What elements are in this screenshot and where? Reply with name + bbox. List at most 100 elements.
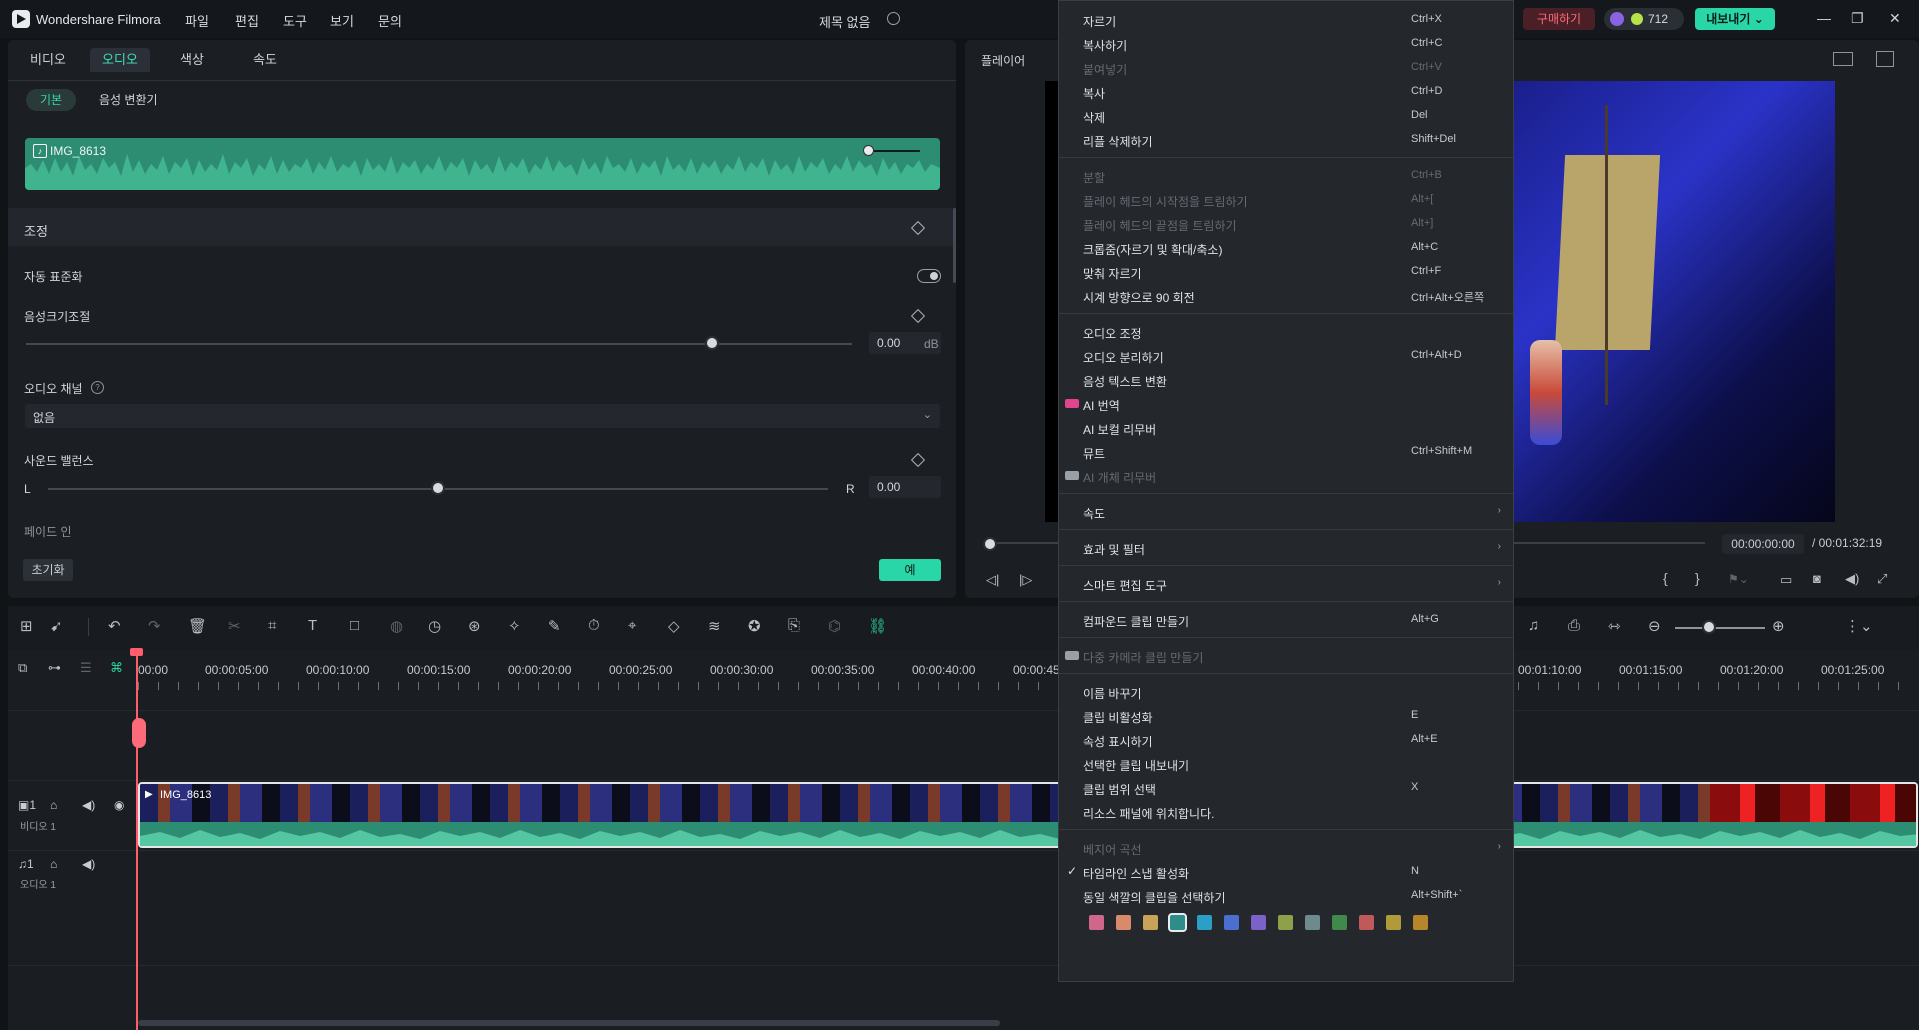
tab-video[interactable]: 비디오	[18, 48, 78, 72]
volume-slider-track[interactable]	[26, 343, 852, 345]
redo-icon[interactable]: ↷	[148, 617, 161, 635]
menu-item[interactable]: 시계 방향으로 90 회전 Ctrl+Alt+오른쪽	[1059, 285, 1513, 307]
render-icon[interactable]: ⎙	[1568, 617, 1580, 634]
audio-mixer-icon[interactable]: ♫	[1528, 617, 1539, 634]
shape-icon[interactable]: □	[350, 617, 359, 634]
snapshot-icon[interactable]: ◙	[1813, 571, 1821, 586]
grid-view-icon[interactable]	[1833, 52, 1853, 66]
stabilize-icon[interactable]: ⌬	[828, 617, 841, 635]
color-swatch[interactable]	[1089, 915, 1104, 930]
subtab-basic[interactable]: 기본	[26, 89, 77, 111]
text-icon[interactable]: T	[308, 617, 317, 634]
undo-icon[interactable]: ↶	[108, 617, 121, 635]
zoom-out-icon[interactable]: ⊖	[1648, 617, 1661, 635]
menu-item[interactable]: 속성 표시하기 Alt+E	[1059, 729, 1513, 751]
fullscreen-icon[interactable]: ⤢	[1877, 571, 1887, 587]
menu-item[interactable]: 복사하기 Ctrl+C	[1059, 33, 1513, 55]
zoom-in-icon[interactable]: ⊕	[1772, 617, 1785, 635]
color-swatch[interactable]	[1116, 915, 1131, 930]
balance-value-field[interactable]: 0.00	[869, 476, 941, 498]
keyframe-icon[interactable]: ◇	[668, 617, 680, 635]
volume-icon[interactable]: ◀)	[1845, 571, 1859, 587]
ok-button[interactable]: 예	[879, 559, 941, 581]
menu-item[interactable]: 컴파운드 클립 만들기 Alt+G	[1059, 609, 1513, 631]
close-icon[interactable]: ✕	[1889, 10, 1901, 27]
player-tab[interactable]: 플레이어	[981, 52, 1025, 69]
scope-icon[interactable]	[1876, 51, 1894, 67]
project-title[interactable]: 제목 없음	[819, 12, 870, 31]
menu-item[interactable]: 클립 범위 선택 X	[1059, 777, 1513, 799]
menu-item[interactable]: 동일 색깔의 클립을 선택하기 Alt+Shift+`	[1059, 885, 1513, 907]
speed-icon[interactable]: ◷	[428, 617, 441, 635]
speaker-icon[interactable]: ◀)	[82, 798, 95, 812]
waveform-volume-knob[interactable]	[863, 145, 874, 156]
adjust-icon[interactable]: ≋	[708, 617, 721, 635]
cut-icon[interactable]: ✂	[228, 617, 241, 635]
delete-icon[interactable]: 🗑	[188, 617, 207, 635]
timer-icon[interactable]: ⏱	[588, 617, 600, 634]
menu-item[interactable]: AI 보컬 리무버	[1059, 417, 1513, 439]
help-icon[interactable]: ?	[91, 381, 104, 394]
section-adjust[interactable]	[8, 208, 956, 246]
snap-icon[interactable]: ⌘	[110, 660, 123, 676]
menu-item[interactable]: AI 번역	[1059, 393, 1513, 415]
playhead-grip[interactable]	[132, 718, 146, 748]
crop-icon[interactable]: ⌗	[268, 617, 276, 634]
reset-button[interactable]: 초기화	[23, 559, 73, 581]
color-swatch[interactable]	[1359, 915, 1374, 930]
mark-out-icon[interactable]: }	[1695, 570, 1700, 586]
subtab-voice-changer[interactable]: 음성 변환기	[85, 89, 172, 111]
translate-icon[interactable]: ⎘	[788, 617, 800, 634]
folder-icon[interactable]: ⌂	[50, 798, 57, 812]
menu-item[interactable]: 뮤트 Ctrl+Shift+M	[1059, 441, 1513, 463]
playhead[interactable]	[136, 648, 138, 1030]
auto-normalize-toggle[interactable]	[917, 269, 941, 283]
mask-icon[interactable]: ◍	[390, 617, 403, 635]
tab-speed[interactable]: 속도	[241, 48, 289, 72]
add-track-icon[interactable]: ⧉	[18, 660, 27, 676]
menu-item[interactable]: 오디오 분리하기 Ctrl+Alt+D	[1059, 345, 1513, 367]
menu-item[interactable]: 리소스 패널에 위치합니다.	[1059, 801, 1513, 823]
minimize-icon[interactable]: —	[1817, 10, 1831, 26]
menu-item[interactable]: 오디오 조정	[1059, 321, 1513, 343]
menu-edit[interactable]: 편집	[235, 11, 259, 30]
timeline-scrollbar[interactable]	[138, 1020, 1000, 1026]
restore-icon[interactable]: ❐	[1851, 10, 1864, 27]
color-swatch[interactable]	[1413, 915, 1428, 930]
credits-pill[interactable]: 712	[1604, 8, 1684, 30]
motion-icon[interactable]: ⌖	[628, 617, 636, 634]
color-swatch[interactable]	[1168, 913, 1187, 932]
layout-icon[interactable]: ⊞	[20, 617, 33, 635]
sticker-icon[interactable]: ✪	[748, 617, 761, 635]
color-swatch[interactable]	[1197, 915, 1212, 930]
menu-item[interactable]: 크롭줌(자르기 및 확대/축소) Alt+C	[1059, 237, 1513, 259]
menu-help[interactable]: 문의	[378, 11, 402, 30]
track-manager-icon[interactable]: ☰	[80, 660, 92, 676]
ai-icon[interactable]: ✧	[508, 617, 521, 635]
link-track-icon[interactable]: ⊶	[48, 660, 61, 676]
menu-item[interactable]: 삭제 Del	[1059, 105, 1513, 127]
volume-slider-knob[interactable]	[704, 336, 719, 350]
tab-color[interactable]: 색상	[168, 48, 216, 72]
menu-item[interactable]: 리플 삭제하기 Shift+Del	[1059, 129, 1513, 151]
menu-tools[interactable]: 도구	[283, 11, 307, 30]
timeline-ruler[interactable]	[138, 682, 1918, 690]
eye-icon[interactable]: ◉	[114, 798, 124, 812]
menu-item[interactable]: 자르기 Ctrl+X	[1059, 9, 1513, 31]
menu-item[interactable]: 맞춰 자르기 Ctrl+F	[1059, 261, 1513, 283]
time-current-field[interactable]: 00:00:00:00	[1722, 534, 1804, 554]
menu-item[interactable]: 이름 바꾸기	[1059, 681, 1513, 703]
color-icon[interactable]: ⊛	[468, 617, 481, 635]
menu-item[interactable]: 스마트 편집 도구 ›	[1059, 573, 1513, 595]
video-clip[interactable]: ▶ IMG_8613	[138, 782, 1918, 848]
color-swatch[interactable]	[1305, 915, 1320, 930]
folder-icon[interactable]: ⌂	[50, 857, 57, 871]
menu-item[interactable]: 선택한 클립 내보내기	[1059, 753, 1513, 775]
track-options-icon[interactable]: ⋮⌄	[1845, 617, 1873, 635]
speaker-icon[interactable]: ◀)	[82, 857, 95, 871]
menu-item[interactable]: 효과 및 필터 ›	[1059, 537, 1513, 559]
playback-progress-knob[interactable]	[983, 537, 997, 551]
playhead-handle[interactable]	[130, 648, 143, 656]
edit-icon[interactable]: ✎	[548, 617, 561, 635]
zoom-slider-track[interactable]	[1675, 627, 1765, 629]
